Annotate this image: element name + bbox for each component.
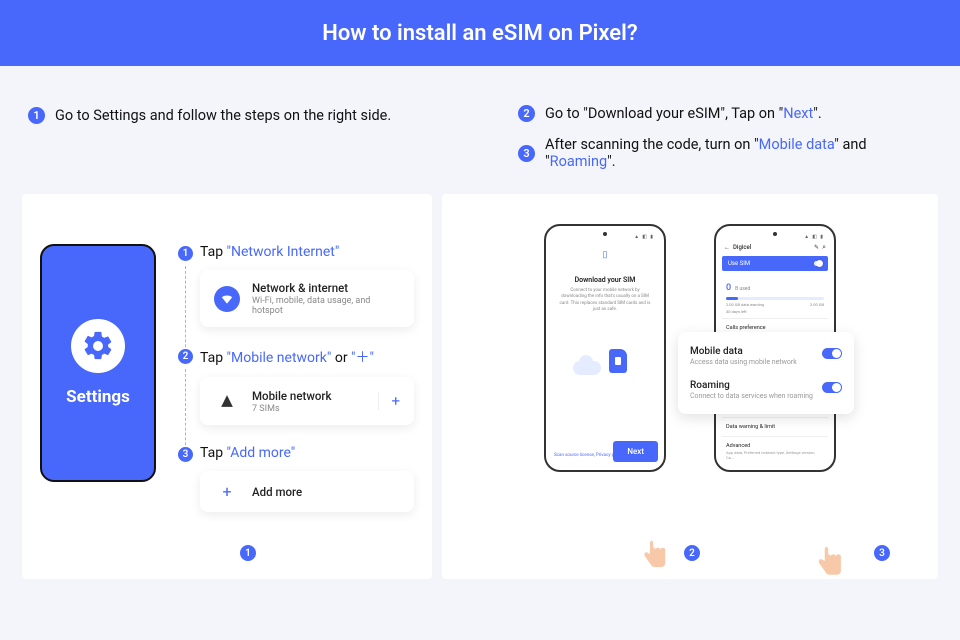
edit-icon[interactable]: ✎ bbox=[814, 244, 819, 251]
panel-badge-1: 1 bbox=[240, 545, 256, 561]
header: How to install an eSIM on Pixel? bbox=[0, 0, 960, 66]
advanced-row[interactable]: Advanced App data, Preferred network typ… bbox=[722, 436, 828, 466]
mobile-network-card[interactable]: Mobile network 7 SIMs + bbox=[200, 377, 414, 425]
toggle-on-icon bbox=[814, 261, 822, 266]
hand-pointer-icon bbox=[812, 543, 846, 581]
settings-label: Settings bbox=[66, 387, 130, 407]
instruction-1-block: 1 Go to Settings and follow the steps on… bbox=[28, 80, 448, 184]
download-sim-sub: Connect to your mobile network by downlo… bbox=[558, 288, 652, 313]
usage-unit: B used bbox=[735, 286, 750, 292]
step-1-badge: 1 bbox=[178, 246, 193, 261]
use-sim-toggle-row[interactable]: Use SIM bbox=[722, 256, 828, 271]
instruction-23-block: 2 Go to "Download your eSIM", Tap on "Ne… bbox=[488, 80, 932, 184]
search-icon[interactable]: ⌕ bbox=[822, 243, 826, 252]
settings-phone: Settings bbox=[40, 244, 156, 482]
next-button[interactable]: Next bbox=[613, 441, 658, 462]
step-badge-1: 1 bbox=[28, 107, 45, 124]
top-instructions: 1 Go to Settings and follow the steps on… bbox=[0, 66, 960, 184]
mobile-data-switch[interactable] bbox=[822, 348, 842, 359]
usage-amount: 0 bbox=[726, 283, 731, 293]
cloud-icon bbox=[573, 361, 601, 375]
roaming-row[interactable]: Roaming Connect to data services when ro… bbox=[690, 376, 842, 404]
usage-warning: 2.00 GB data warning bbox=[726, 302, 764, 307]
download-sim-phone: ▲ ◧ ▮ ▯ Download your SIM Connect to you… bbox=[544, 224, 666, 472]
instruction-1-text: Go to Settings and follow the steps on t… bbox=[55, 107, 391, 124]
panels: Settings 1 Tap "Network Internet" Networ… bbox=[0, 184, 960, 579]
wifi-icon bbox=[214, 286, 240, 312]
roaming-sub: Connect to data services when roaming bbox=[690, 392, 813, 400]
step-2-title: Tap "Mobile network" or "＋" bbox=[200, 347, 414, 367]
card-title: Network & internet bbox=[252, 281, 400, 295]
phone-topbar: ← Digicel ✎ ⌕ bbox=[722, 240, 828, 254]
hand-pointer-icon bbox=[638, 537, 670, 573]
status-icons: ▲ ◧ ▮ bbox=[634, 234, 654, 240]
card-title: Mobile network bbox=[252, 389, 331, 403]
step-1: 1 Tap "Network Internet" Network & inter… bbox=[178, 244, 414, 327]
sim-small-icon: ▯ bbox=[552, 250, 658, 260]
card-sub: 7 SIMs bbox=[252, 404, 331, 414]
panel-badge-3: 3 bbox=[874, 545, 890, 561]
step-badge-2: 2 bbox=[518, 105, 535, 122]
usage-bar bbox=[726, 297, 824, 300]
roaming-label: Roaming bbox=[690, 380, 813, 391]
mobile-data-sub: Access data using mobile network bbox=[690, 358, 797, 366]
use-sim-label: Use SIM bbox=[728, 260, 750, 267]
footer-link[interactable]: Scan source license, Privacy path bbox=[554, 453, 621, 458]
mobile-data-row[interactable]: Mobile data Access data using mobile net… bbox=[690, 342, 842, 370]
card-sub: Wi-Fi, mobile, data usage, and hotspot bbox=[252, 296, 400, 316]
panel-left: Settings 1 Tap "Network Internet" Networ… bbox=[22, 194, 432, 579]
step-1-title: Tap "Network Internet" bbox=[200, 244, 414, 260]
network-internet-card[interactable]: Network & internet Wi-Fi, mobile, data u… bbox=[200, 270, 414, 327]
panel-right: ▲ ◧ ▮ ▯ Download your SIM Connect to you… bbox=[442, 194, 938, 579]
status-icons: ▲ ◧ ▮ bbox=[804, 234, 824, 240]
step-2: 2 Tap "Mobile network" or "＋" Mobile net… bbox=[178, 347, 414, 425]
download-illustration bbox=[565, 341, 645, 391]
back-icon[interactable]: ← bbox=[724, 244, 730, 251]
page-title: How to install an eSIM on Pixel? bbox=[322, 21, 637, 46]
step-3: 3 Tap "Add more" + Add more bbox=[178, 445, 414, 512]
sim-icon bbox=[609, 349, 627, 373]
instruction-3-text: After scanning the code, turn on "Mobile… bbox=[545, 136, 932, 170]
toggles-overlay: Mobile data Access data using mobile net… bbox=[678, 332, 854, 414]
instruction-2-text: Go to "Download your eSIM", Tap on "Next… bbox=[545, 105, 822, 122]
carrier-name: Digicel bbox=[733, 244, 751, 251]
step-badge-3: 3 bbox=[518, 145, 535, 162]
signal-icon bbox=[214, 388, 240, 414]
panel-badge-2: 2 bbox=[684, 545, 700, 561]
download-sim-title: Download your SIM bbox=[552, 276, 658, 284]
plus-icon[interactable]: + bbox=[378, 392, 400, 410]
usage-block: 0 B used 2.00 GB data warning 2.00 GB 30… bbox=[722, 271, 828, 318]
roaming-switch[interactable] bbox=[822, 382, 842, 393]
mobile-data-label: Mobile data bbox=[690, 346, 797, 357]
data-warning-row[interactable]: Data warning & limit bbox=[722, 417, 828, 436]
step-3-title: Tap "Add more" bbox=[200, 445, 414, 461]
step-3-badge: 3 bbox=[178, 447, 193, 462]
usage-days: 30 days left bbox=[726, 309, 747, 314]
steps-list: 1 Tap "Network Internet" Network & inter… bbox=[178, 244, 414, 559]
plus-icon: + bbox=[214, 482, 240, 501]
step-2-badge: 2 bbox=[178, 349, 193, 364]
gear-icon bbox=[71, 319, 125, 373]
add-more-card[interactable]: + Add more bbox=[200, 471, 414, 512]
card-title: Add more bbox=[252, 485, 302, 499]
usage-total: 2.00 GB bbox=[810, 302, 824, 307]
